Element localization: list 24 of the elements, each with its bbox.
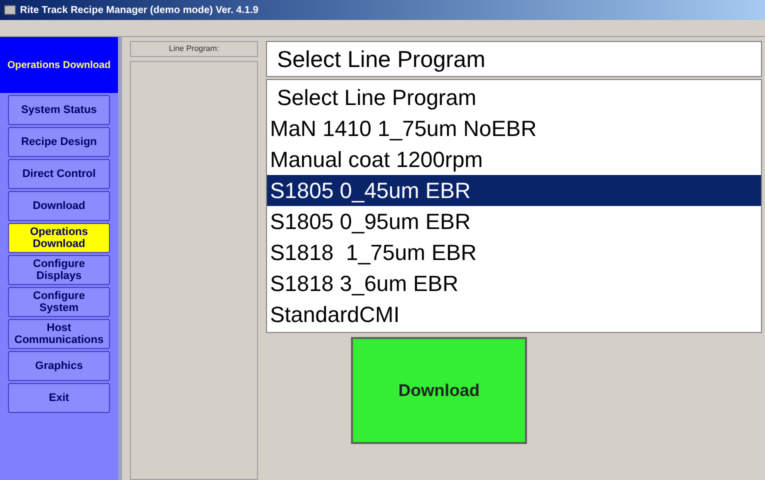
dropdown-option[interactable]: Manual coat 1200rpm bbox=[267, 144, 761, 175]
sidebar-button[interactable]: Recipe Design bbox=[8, 127, 110, 157]
sidebar-button[interactable]: Host Communications bbox=[8, 319, 110, 349]
line-program-select[interactable]: Select Line Program bbox=[266, 41, 762, 77]
sidebar-button[interactable]: Direct Control bbox=[8, 159, 110, 189]
sidebar-button[interactable]: Configure Displays bbox=[8, 255, 110, 285]
sidebar-button[interactable]: Configure System bbox=[8, 287, 110, 317]
window-title: Rite Track Recipe Manager (demo mode) Ver. 4.1.9 bbox=[20, 4, 258, 18]
sidebar-button[interactable]: Exit bbox=[8, 383, 110, 413]
sidebar-button[interactable]: Download bbox=[8, 191, 110, 221]
sidebar-button[interactable]: Graphics bbox=[8, 351, 110, 381]
app-icon bbox=[4, 5, 16, 15]
sidebar-header: Operations Download bbox=[0, 37, 118, 93]
dropdown-option[interactable]: S1818 3_6um EBR bbox=[267, 268, 761, 299]
download-button[interactable]: Download bbox=[351, 337, 527, 444]
dropdown-option[interactable]: MaN 1410 1_75um NoEBR bbox=[267, 113, 761, 144]
sidebar-button[interactable]: System Status bbox=[8, 95, 110, 125]
dropdown-option[interactable]: S1805 0_95um EBR bbox=[267, 206, 761, 237]
field-label: Line Program: bbox=[130, 41, 258, 57]
dropdown-option[interactable]: S1805 0_45um EBR bbox=[267, 175, 761, 206]
dropdown-option[interactable]: StandardCMI bbox=[267, 299, 761, 330]
dropdown-option[interactable]: Select Line Program bbox=[267, 82, 761, 113]
dropdown-option[interactable]: S1818 1_75um EBR bbox=[267, 237, 761, 268]
sidebar-button[interactable]: Operations Download bbox=[8, 223, 110, 253]
